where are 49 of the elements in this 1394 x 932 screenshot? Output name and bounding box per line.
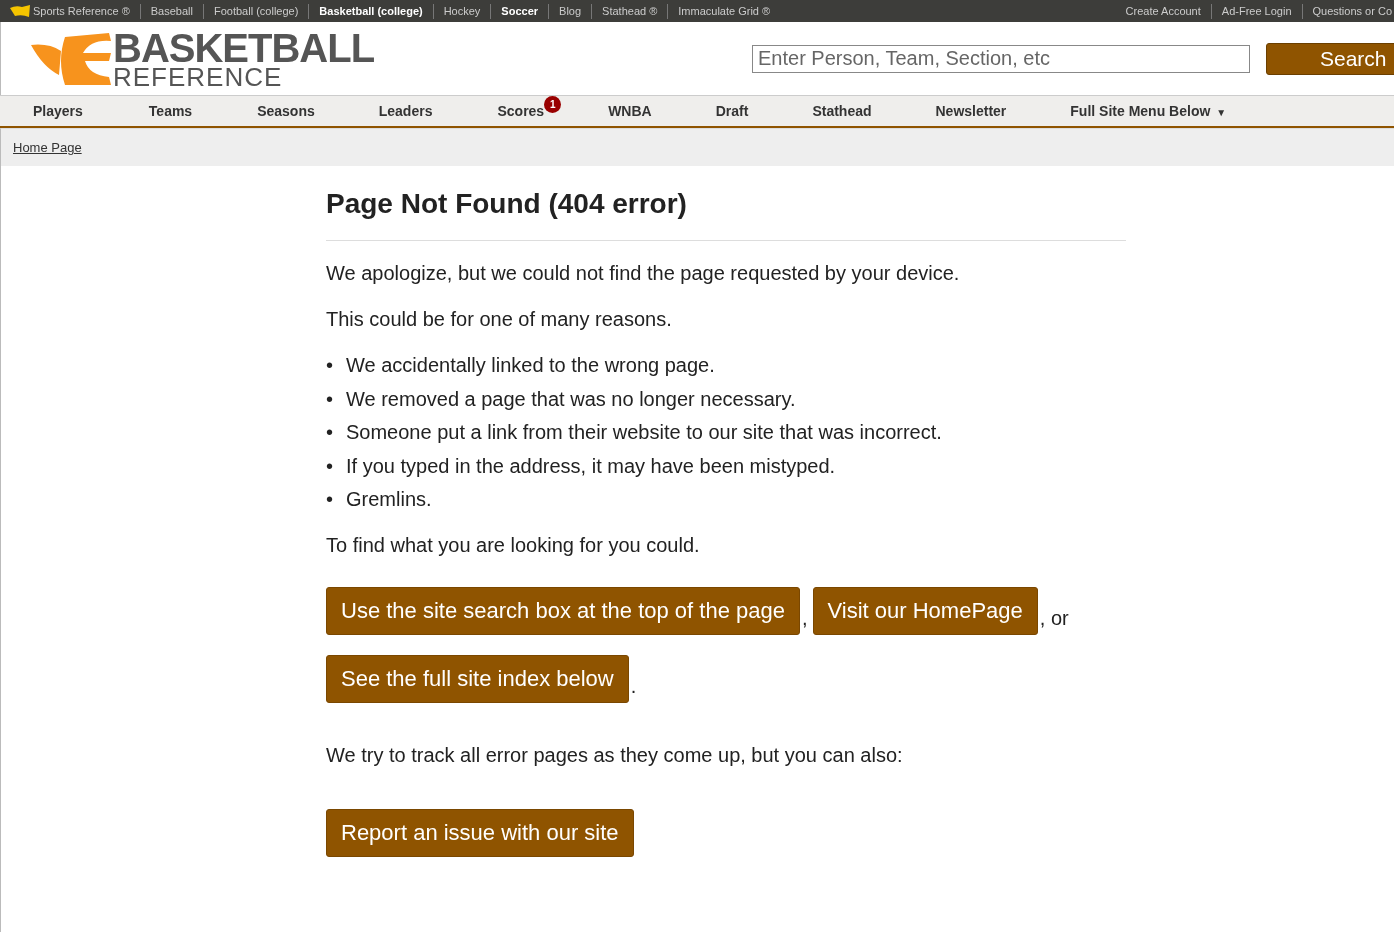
bullet: • — [326, 353, 334, 377]
list-item: Someone put a link from their website to our site that was incorrect. — [346, 420, 942, 445]
bullet: • — [326, 487, 334, 512]
breadcrumb-link[interactable]: Home Page — [13, 140, 82, 155]
paragraph: We try to track all error pages as they come up, but you can also: — [326, 743, 904, 768]
list-item: If you typed in the address, it may have been mistyped. — [346, 453, 836, 478]
link-button[interactable]: See the full site index below — [326, 655, 629, 704]
top-bar-link[interactable]: Basketball (college) — [308, 3, 433, 19]
top-bar-link[interactable]: Sports Reference ® — [0, 3, 140, 19]
search-button[interactable]: Search — [1266, 42, 1394, 75]
top-bar-link[interactable]: Blog — [548, 3, 592, 19]
link-button[interactable]: Use the site search box at the top of the page — [326, 587, 800, 636]
paragraph: We apologize, but we could not find the page requested by your device. — [326, 261, 961, 285]
report-button[interactable]: Report an issue with our site — [326, 809, 634, 858]
bullet: • — [326, 386, 334, 411]
top-bar-link[interactable]: Immaculate Grid ® — [667, 3, 781, 19]
page-title: Page Not Found (404 error) — [326, 188, 1126, 241]
top-bar-link[interactable]: Football (college) — [202, 3, 309, 19]
nav-link[interactable]: Stathead — [812, 103, 872, 119]
bullet: • — [326, 453, 334, 478]
nav-link[interactable]: Draft — [715, 103, 749, 119]
top-bar-link[interactable]: Hockey — [432, 3, 491, 19]
top-bar-link[interactable]: Stathead ® — [591, 3, 668, 19]
top-bar-link[interactable]: Baseball — [139, 3, 203, 19]
punctuation-text: . — [630, 674, 637, 700]
nav-link[interactable]: Players — [33, 103, 83, 119]
list-item: Gremlins. — [346, 487, 432, 512]
notification-badge: 1 — [544, 96, 562, 113]
list-item: We removed a page that was no longer necessary. — [346, 386, 796, 411]
nav-link[interactable]: Full Site Menu Below ▼ — [1070, 103, 1227, 119]
list-item: We accidentally linked to the wrong page. — [346, 353, 715, 377]
caret-icon: ▼ — [1216, 107, 1227, 118]
nav-link[interactable]: WNBA — [608, 103, 652, 119]
punctuation-text: , or — [1039, 606, 1069, 632]
punctuation-text: , — [801, 606, 808, 632]
top-bar-link[interactable]: Create Account — [1115, 3, 1211, 19]
paragraph: To find what you are looking for you could. — [326, 533, 701, 558]
nav-link[interactable]: Leaders — [378, 103, 433, 119]
nav-link[interactable]: Teams — [148, 103, 193, 119]
paragraph: This could be for one of many reasons. — [326, 307, 673, 331]
link-button[interactable]: Visit our HomePage — [812, 587, 1038, 636]
bullet: • — [326, 420, 334, 445]
nav-link[interactable]: Scores — [497, 103, 545, 119]
top-bar-link[interactable]: Questions or Co — [1301, 3, 1394, 19]
nav-link[interactable]: Seasons — [257, 103, 315, 119]
nav-link[interactable]: Newsletter — [935, 103, 1007, 119]
search-field[interactable]: Enter Person, Team, Section, etc — [752, 44, 1250, 73]
top-bar-link[interactable]: Soccer — [490, 3, 549, 19]
top-bar-link[interactable]: Ad-Free Login — [1210, 3, 1302, 19]
